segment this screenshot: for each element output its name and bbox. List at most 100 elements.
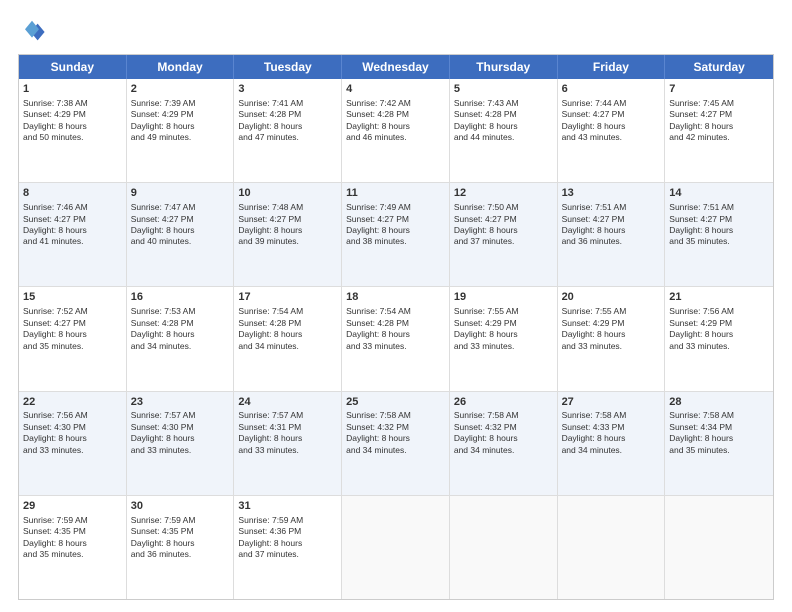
day-cell-2: 2Sunrise: 7:39 AMSunset: 4:29 PMDaylight… [127, 79, 235, 182]
day-number: 30 [131, 499, 230, 514]
day-info-line: and 33 minutes. [562, 341, 661, 352]
day-info-line: Daylight: 8 hours [23, 433, 122, 444]
day-cell-5: 5Sunrise: 7:43 AMSunset: 4:28 PMDaylight… [450, 79, 558, 182]
day-info-line: Daylight: 8 hours [562, 225, 661, 236]
day-info-line: Sunrise: 7:57 AM [131, 410, 230, 421]
day-info-line: and 35 minutes. [669, 236, 769, 247]
calendar-row-1: 1Sunrise: 7:38 AMSunset: 4:29 PMDaylight… [19, 79, 773, 183]
day-cell-6: 6Sunrise: 7:44 AMSunset: 4:27 PMDaylight… [558, 79, 666, 182]
day-info-line: Sunrise: 7:42 AM [346, 98, 445, 109]
day-info-line: Daylight: 8 hours [562, 121, 661, 132]
day-info-line: and 49 minutes. [131, 132, 230, 143]
day-info-line: Daylight: 8 hours [346, 121, 445, 132]
day-info-line: Daylight: 8 hours [131, 121, 230, 132]
day-info-line: and 38 minutes. [346, 236, 445, 247]
day-info-line: and 39 minutes. [238, 236, 337, 247]
day-info-line: Daylight: 8 hours [238, 433, 337, 444]
day-cell-20: 20Sunrise: 7:55 AMSunset: 4:29 PMDayligh… [558, 287, 666, 390]
day-cell-7: 7Sunrise: 7:45 AMSunset: 4:27 PMDaylight… [665, 79, 773, 182]
day-info-line: and 43 minutes. [562, 132, 661, 143]
calendar-row-5: 29Sunrise: 7:59 AMSunset: 4:35 PMDayligh… [19, 496, 773, 599]
header-day-sunday: Sunday [19, 55, 127, 79]
day-number: 31 [238, 499, 337, 514]
day-number: 7 [669, 82, 769, 97]
day-info-line: Sunset: 4:29 PM [562, 318, 661, 329]
day-info-line: Sunrise: 7:57 AM [238, 410, 337, 421]
day-info-line: Sunset: 4:27 PM [238, 214, 337, 225]
day-info-line: Daylight: 8 hours [346, 225, 445, 236]
day-info-line: Sunrise: 7:55 AM [562, 306, 661, 317]
day-cell-27: 27Sunrise: 7:58 AMSunset: 4:33 PMDayligh… [558, 392, 666, 495]
day-info-line: Sunset: 4:27 PM [346, 214, 445, 225]
day-info-line: Daylight: 8 hours [454, 121, 553, 132]
day-info-line: and 34 minutes. [562, 445, 661, 456]
day-cell-9: 9Sunrise: 7:47 AMSunset: 4:27 PMDaylight… [127, 183, 235, 286]
day-info-line: Daylight: 8 hours [562, 433, 661, 444]
calendar: SundayMondayTuesdayWednesdayThursdayFrid… [18, 54, 774, 600]
day-number: 2 [131, 82, 230, 97]
day-info-line: and 34 minutes. [454, 445, 553, 456]
day-info-line: and 34 minutes. [346, 445, 445, 456]
calendar-row-4: 22Sunrise: 7:56 AMSunset: 4:30 PMDayligh… [19, 392, 773, 496]
day-info-line: Daylight: 8 hours [23, 329, 122, 340]
day-info-line: Sunrise: 7:54 AM [238, 306, 337, 317]
day-info-line: Sunset: 4:34 PM [669, 422, 769, 433]
day-info-line: Sunrise: 7:58 AM [562, 410, 661, 421]
day-info-line: Sunrise: 7:56 AM [669, 306, 769, 317]
day-info-line: Daylight: 8 hours [454, 433, 553, 444]
day-info-line: and 35 minutes. [669, 445, 769, 456]
logo-icon [18, 18, 46, 46]
day-cell-1: 1Sunrise: 7:38 AMSunset: 4:29 PMDaylight… [19, 79, 127, 182]
day-cell-14: 14Sunrise: 7:51 AMSunset: 4:27 PMDayligh… [665, 183, 773, 286]
day-cell-13: 13Sunrise: 7:51 AMSunset: 4:27 PMDayligh… [558, 183, 666, 286]
day-info-line: Sunset: 4:29 PM [23, 109, 122, 120]
day-number: 25 [346, 395, 445, 410]
header [18, 18, 774, 46]
day-info-line: and 37 minutes. [238, 549, 337, 560]
day-info-line: and 36 minutes. [562, 236, 661, 247]
day-number: 18 [346, 290, 445, 305]
day-info-line: Sunset: 4:28 PM [346, 318, 445, 329]
day-info-line: Sunrise: 7:53 AM [131, 306, 230, 317]
day-cell-24: 24Sunrise: 7:57 AMSunset: 4:31 PMDayligh… [234, 392, 342, 495]
day-info-line: Daylight: 8 hours [346, 329, 445, 340]
calendar-row-2: 8Sunrise: 7:46 AMSunset: 4:27 PMDaylight… [19, 183, 773, 287]
day-cell-15: 15Sunrise: 7:52 AMSunset: 4:27 PMDayligh… [19, 287, 127, 390]
day-info-line: Sunset: 4:32 PM [346, 422, 445, 433]
logo [18, 18, 50, 46]
day-cell-30: 30Sunrise: 7:59 AMSunset: 4:35 PMDayligh… [127, 496, 235, 599]
day-info-line: Daylight: 8 hours [238, 329, 337, 340]
day-info-line: and 47 minutes. [238, 132, 337, 143]
day-info-line: and 33 minutes. [131, 445, 230, 456]
day-info-line: Sunset: 4:36 PM [238, 526, 337, 537]
day-info-line: Daylight: 8 hours [131, 433, 230, 444]
day-number: 17 [238, 290, 337, 305]
day-info-line: Sunrise: 7:52 AM [23, 306, 122, 317]
day-info-line: Sunset: 4:27 PM [454, 214, 553, 225]
header-day-friday: Friday [558, 55, 666, 79]
day-info-line: Sunrise: 7:45 AM [669, 98, 769, 109]
day-info-line: and 44 minutes. [454, 132, 553, 143]
day-info-line: Daylight: 8 hours [131, 538, 230, 549]
day-info-line: Sunset: 4:27 PM [131, 214, 230, 225]
day-info-line: Daylight: 8 hours [238, 538, 337, 549]
day-info-line: Sunrise: 7:39 AM [131, 98, 230, 109]
day-info-line: Sunrise: 7:51 AM [562, 202, 661, 213]
day-cell-3: 3Sunrise: 7:41 AMSunset: 4:28 PMDaylight… [234, 79, 342, 182]
day-info-line: and 34 minutes. [131, 341, 230, 352]
day-info-line: Sunrise: 7:46 AM [23, 202, 122, 213]
day-info-line: and 42 minutes. [669, 132, 769, 143]
day-info-line: Sunrise: 7:54 AM [346, 306, 445, 317]
header-day-saturday: Saturday [665, 55, 773, 79]
day-cell-22: 22Sunrise: 7:56 AMSunset: 4:30 PMDayligh… [19, 392, 127, 495]
day-info-line: and 33 minutes. [346, 341, 445, 352]
day-info-line: Sunset: 4:28 PM [454, 109, 553, 120]
day-info-line: Sunset: 4:35 PM [23, 526, 122, 537]
day-number: 20 [562, 290, 661, 305]
calendar-header: SundayMondayTuesdayWednesdayThursdayFrid… [19, 55, 773, 79]
day-number: 19 [454, 290, 553, 305]
day-info-line: and 46 minutes. [346, 132, 445, 143]
day-number: 8 [23, 186, 122, 201]
day-info-line: Sunrise: 7:41 AM [238, 98, 337, 109]
header-day-wednesday: Wednesday [342, 55, 450, 79]
